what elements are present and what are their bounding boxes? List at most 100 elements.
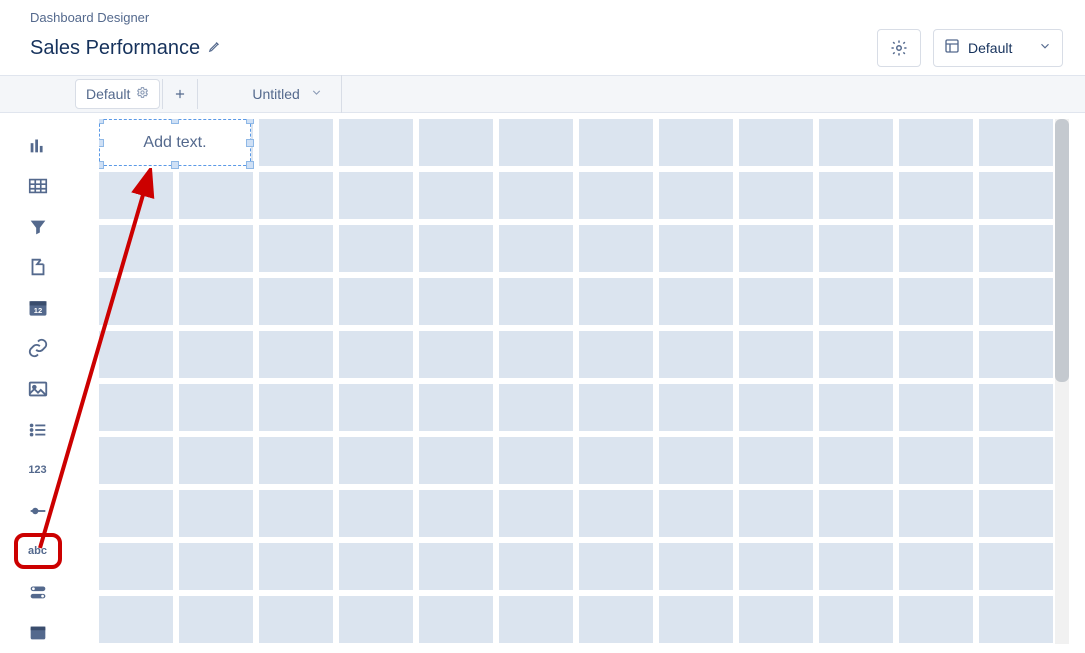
grid-cell[interactable] bbox=[259, 543, 333, 590]
sidebar-item-table[interactable] bbox=[16, 166, 60, 207]
grid-cell[interactable] bbox=[819, 331, 893, 378]
grid-cell[interactable] bbox=[339, 119, 413, 166]
grid-cell[interactable] bbox=[339, 543, 413, 590]
grid-cell[interactable] bbox=[579, 543, 653, 590]
resize-handle[interactable] bbox=[99, 161, 104, 169]
grid-cell[interactable] bbox=[339, 172, 413, 219]
grid-cell[interactable] bbox=[979, 490, 1053, 537]
resize-handle[interactable] bbox=[246, 119, 254, 124]
grid-cell[interactable] bbox=[339, 490, 413, 537]
grid-cell[interactable] bbox=[339, 437, 413, 484]
grid-cell[interactable] bbox=[499, 278, 573, 325]
sidebar-item-range[interactable] bbox=[16, 490, 60, 531]
sidebar-item-image[interactable] bbox=[16, 369, 60, 410]
grid-cell[interactable] bbox=[659, 331, 733, 378]
grid-cell[interactable] bbox=[259, 119, 333, 166]
grid-cell[interactable] bbox=[979, 596, 1053, 643]
canvas[interactable]: Add text. bbox=[99, 119, 1069, 644]
sidebar-item-list[interactable] bbox=[16, 409, 60, 450]
grid-cell[interactable] bbox=[259, 490, 333, 537]
grid-cell[interactable] bbox=[899, 172, 973, 219]
grid-cell[interactable] bbox=[659, 119, 733, 166]
grid-cell[interactable] bbox=[819, 225, 893, 272]
grid-cell[interactable] bbox=[899, 278, 973, 325]
grid-cell[interactable] bbox=[419, 384, 493, 431]
grid-cell[interactable] bbox=[979, 225, 1053, 272]
layout-select[interactable]: Default bbox=[933, 29, 1063, 67]
grid-cell[interactable] bbox=[899, 490, 973, 537]
sidebar-item-navigation[interactable] bbox=[16, 612, 60, 653]
grid-cell[interactable] bbox=[179, 384, 253, 431]
grid-cell[interactable] bbox=[979, 437, 1053, 484]
sidebar-item-date[interactable]: 12 bbox=[16, 287, 60, 328]
grid-cell[interactable] bbox=[739, 437, 813, 484]
grid-cell[interactable] bbox=[99, 225, 173, 272]
grid-cell[interactable] bbox=[819, 119, 893, 166]
grid-cell[interactable] bbox=[339, 278, 413, 325]
grid-cell[interactable] bbox=[739, 543, 813, 590]
resize-handle[interactable] bbox=[171, 161, 179, 169]
grid-cell[interactable] bbox=[259, 225, 333, 272]
theme-button[interactable] bbox=[877, 29, 921, 67]
grid-cell[interactable] bbox=[739, 490, 813, 537]
grid-cell[interactable] bbox=[979, 331, 1053, 378]
tab-untitled[interactable]: Untitled bbox=[234, 75, 341, 113]
grid-cell[interactable] bbox=[259, 331, 333, 378]
grid-cell[interactable] bbox=[659, 490, 733, 537]
grid-cell[interactable] bbox=[659, 278, 733, 325]
grid-cell[interactable] bbox=[579, 119, 653, 166]
grid-cell[interactable] bbox=[99, 437, 173, 484]
grid-cell[interactable] bbox=[579, 331, 653, 378]
grid-cell[interactable] bbox=[739, 384, 813, 431]
resize-handle[interactable] bbox=[246, 139, 254, 147]
grid-cell[interactable] bbox=[99, 331, 173, 378]
grid-cell[interactable] bbox=[899, 437, 973, 484]
grid-cell[interactable] bbox=[179, 490, 253, 537]
grid-cell[interactable] bbox=[739, 278, 813, 325]
grid-cell[interactable] bbox=[99, 490, 173, 537]
grid-cell[interactable] bbox=[99, 384, 173, 431]
grid-cell[interactable] bbox=[579, 596, 653, 643]
grid-cell[interactable] bbox=[499, 596, 573, 643]
tab-default[interactable]: Default bbox=[75, 79, 160, 109]
grid-cell[interactable] bbox=[659, 225, 733, 272]
edit-title-icon[interactable] bbox=[208, 39, 222, 58]
resize-handle[interactable] bbox=[99, 139, 104, 147]
grid-cell[interactable] bbox=[259, 384, 333, 431]
grid-cell[interactable] bbox=[179, 331, 253, 378]
grid-cell[interactable] bbox=[579, 225, 653, 272]
grid-cell[interactable] bbox=[419, 596, 493, 643]
grid-cell[interactable] bbox=[259, 437, 333, 484]
grid-cell[interactable] bbox=[739, 225, 813, 272]
grid-cell[interactable] bbox=[659, 172, 733, 219]
sidebar-item-number[interactable]: 123 bbox=[16, 450, 60, 491]
grid-cell[interactable] bbox=[419, 543, 493, 590]
grid-cell[interactable] bbox=[499, 490, 573, 537]
grid-cell[interactable] bbox=[499, 437, 573, 484]
grid-cell[interactable] bbox=[99, 278, 173, 325]
grid-cell[interactable] bbox=[259, 172, 333, 219]
grid-cell[interactable] bbox=[499, 172, 573, 219]
grid-cell[interactable] bbox=[579, 384, 653, 431]
grid-cell[interactable] bbox=[179, 437, 253, 484]
grid-cell[interactable] bbox=[739, 596, 813, 643]
grid-cell[interactable] bbox=[419, 172, 493, 219]
grid-cell[interactable] bbox=[259, 596, 333, 643]
grid-cell[interactable] bbox=[499, 119, 573, 166]
grid-cell[interactable] bbox=[499, 225, 573, 272]
grid-cell[interactable] bbox=[179, 543, 253, 590]
grid-cell[interactable] bbox=[419, 331, 493, 378]
grid-cell[interactable] bbox=[819, 172, 893, 219]
grid-cell[interactable] bbox=[659, 437, 733, 484]
grid-cell[interactable] bbox=[499, 384, 573, 431]
grid-cell[interactable] bbox=[899, 119, 973, 166]
grid-cell[interactable] bbox=[899, 331, 973, 378]
grid-cell[interactable] bbox=[419, 119, 493, 166]
sidebar-item-filter[interactable] bbox=[16, 206, 60, 247]
grid-cell[interactable] bbox=[899, 543, 973, 590]
add-page-button[interactable] bbox=[162, 79, 198, 109]
grid-cell[interactable] bbox=[99, 543, 173, 590]
grid-cell[interactable] bbox=[419, 225, 493, 272]
grid-cell[interactable] bbox=[419, 437, 493, 484]
grid-cell[interactable] bbox=[819, 384, 893, 431]
